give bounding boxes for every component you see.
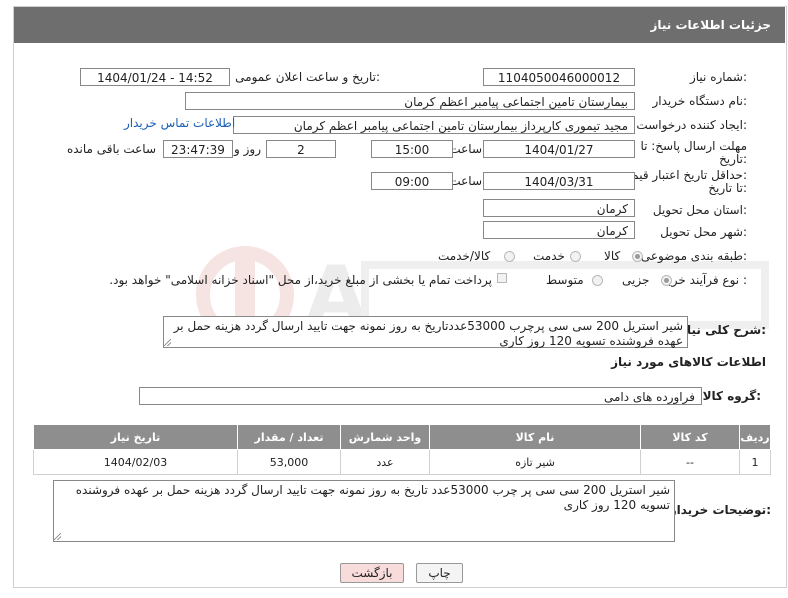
col-quantity: تعداد / مقدار	[237, 424, 341, 450]
cell-goods-name: شیر تازه	[429, 449, 641, 475]
treasury-payment-note: پرداخت تمام یا بخشی از مبلغ خرید،از محل …	[109, 273, 492, 287]
price-validity-time-label: ساعت	[449, 174, 482, 188]
goods-group-label: گروه کالا:	[702, 389, 761, 403]
buyer-org-field[interactable]: بیمارستان تامین اجتماعی پیامبر اعظم کرما…	[185, 92, 635, 110]
buyer-contact-link[interactable]: اطلاعات تماس خریدار	[124, 116, 235, 130]
cell-quantity: 53,000	[237, 449, 341, 475]
category-service-radio[interactable]	[570, 251, 581, 262]
col-need-date: تاریخ نیاز	[33, 424, 238, 450]
category-label: طبقه بندی موضوعی:	[640, 249, 747, 263]
buyer-org-label: نام دستگاه خریدار:	[652, 94, 748, 108]
requester-label: ایجاد کننده درخواست:	[636, 118, 747, 132]
city-label: شهر محل تحویل:	[660, 225, 747, 239]
print-button[interactable]: چاپ	[416, 563, 463, 583]
category-goods-service-radio[interactable]	[504, 251, 515, 262]
category-goods-radio[interactable]	[632, 251, 643, 262]
reply-time-field[interactable]: 15:00	[371, 140, 453, 158]
process-medium-radio[interactable]	[592, 275, 603, 286]
goods-table: ردیف کد کالا نام کالا واحد شمارش تعداد /…	[33, 424, 771, 475]
reply-deadline-label-date: تاریخ:	[719, 152, 747, 166]
goods-table-header: ردیف کد کالا نام کالا واحد شمارش تعداد /…	[33, 424, 771, 450]
category-goods-service-label: کالا/خدمت	[438, 249, 491, 263]
process-medium-label: متوسط	[546, 273, 584, 287]
page-title: جزئیات اطلاعات نیاز	[650, 18, 771, 32]
process-minor-label: جزیی	[622, 273, 650, 287]
reply-time-label: ساعت	[449, 142, 482, 156]
table-row[interactable]: 1 -- شیر تازه عدد 53,000 1404/02/03	[33, 449, 771, 475]
col-goods-code: کد کالا	[640, 424, 740, 450]
treasury-payment-checkbox[interactable]	[497, 273, 507, 283]
days-remaining-field[interactable]: 2	[266, 140, 336, 158]
goods-group-field[interactable]: فراورده های دامی	[139, 387, 702, 405]
col-row-number: ردیف	[739, 424, 771, 450]
province-field[interactable]: کرمان	[483, 199, 635, 217]
reply-deadline-label: مهلت ارسال پاسخ: تا	[640, 139, 747, 153]
col-goods-name: نام کالا	[429, 424, 641, 450]
city-field[interactable]: کرمان	[483, 221, 635, 239]
price-validity-date-field[interactable]: 1404/03/31	[483, 172, 635, 190]
goods-section-title: اطلاعات کالاهای مورد نیاز	[611, 355, 766, 369]
announce-datetime-label: تاریخ و ساعت اعلان عمومی:	[235, 70, 380, 84]
announce-datetime-field[interactable]: 1404/01/24 - 14:52	[80, 68, 230, 86]
need-number-label: شماره نیاز:	[689, 70, 747, 84]
buyer-notes-label: توضیحات خریدار:	[669, 503, 771, 517]
category-goods-label: کالا	[604, 249, 621, 263]
days-label: روز و	[234, 142, 261, 156]
process-type-label: نوع فرآیند خرید :	[662, 273, 747, 287]
cell-unit: عدد	[340, 449, 430, 475]
title-bar: جزئیات اطلاعات نیاز	[14, 7, 785, 43]
price-validity-label-date: تا تاریخ:	[708, 181, 747, 195]
time-remaining-label: ساعت باقی مانده	[66, 142, 156, 156]
province-label: استان محل تحویل:	[652, 203, 747, 217]
col-unit: واحد شمارش	[340, 424, 430, 450]
price-validity-time-field[interactable]: 09:00	[371, 172, 453, 190]
category-service-label: خدمت	[533, 249, 565, 263]
cell-row-number: 1	[739, 449, 771, 475]
notes-resize-grip-icon[interactable]	[54, 533, 61, 540]
process-minor-radio[interactable]	[661, 275, 672, 286]
requester-field[interactable]: مجید تیموری کارپرداز بیمارستان تامین اجت…	[233, 116, 635, 134]
buyer-notes-textarea[interactable]: شیر استریل 200 سی سی پر چرب 53000عدد تار…	[53, 480, 675, 542]
resize-grip-icon[interactable]	[164, 339, 171, 346]
description-textarea[interactable]: شیر استریل 200 سی سی پرچرب 53000عددتاریخ…	[163, 316, 688, 348]
price-validity-label: حداقل تاریخ اعتبار قیمت:	[620, 168, 747, 182]
description-label: شرح کلی نیاز:	[680, 323, 766, 337]
back-button[interactable]: بازگشت	[340, 563, 404, 583]
cell-goods-code: --	[640, 449, 740, 475]
reply-date-field[interactable]: 1404/01/27	[483, 140, 635, 158]
need-number-field[interactable]: 1104050046000012	[483, 68, 635, 86]
cell-need-date: 1404/02/03	[33, 449, 238, 475]
time-remaining-field[interactable]: 23:47:39	[163, 140, 233, 158]
